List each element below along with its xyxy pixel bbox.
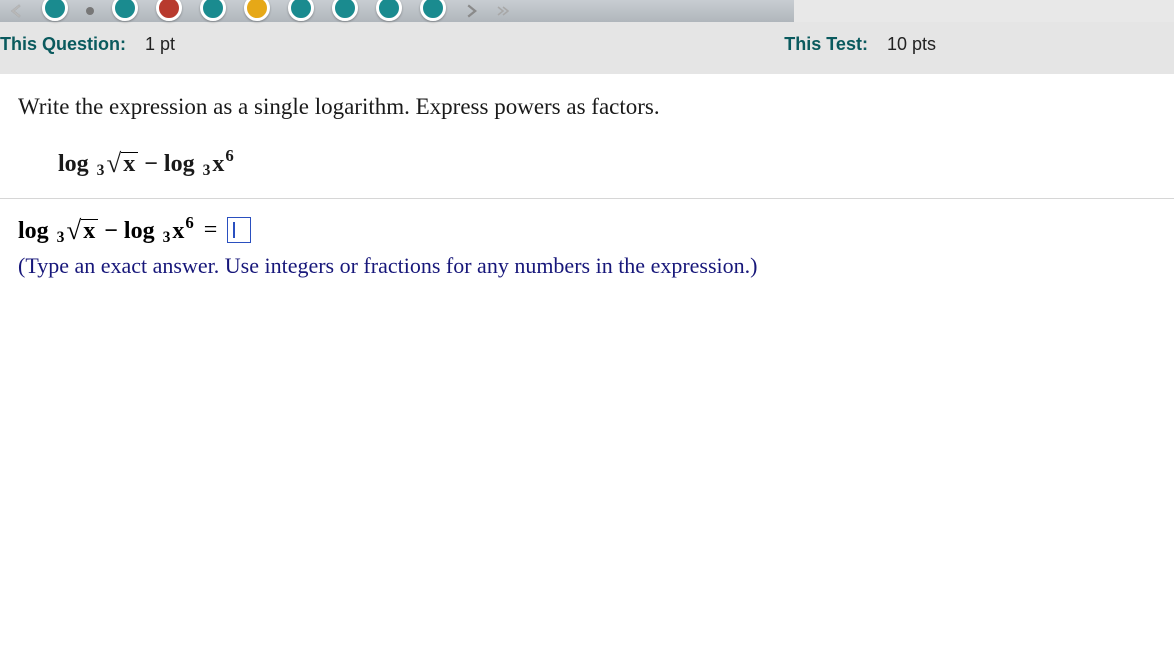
log-fn-2: log (164, 151, 195, 177)
nav-dot-6[interactable] (288, 0, 314, 21)
this-test-label: This Test: (784, 34, 868, 54)
power-base: x (212, 151, 224, 177)
ans-minus-op: − (104, 218, 124, 244)
nav-dot-8[interactable] (376, 0, 402, 21)
ans-power-exp: 6 (184, 213, 193, 232)
answer-block: log 3√x − log 3x6 = (Type an exact answe… (0, 199, 1174, 279)
log-base-1: 3 (95, 162, 107, 179)
next-arrow-icon[interactable] (464, 4, 478, 18)
nav-dot-4[interactable] (200, 0, 226, 21)
sqrt-term: √x (106, 147, 138, 178)
prev-arrow-icon[interactable] (10, 4, 24, 18)
progress-nav-strip (0, 0, 1174, 22)
nav-dot-2[interactable] (112, 0, 138, 21)
nav-blank-area (794, 0, 1174, 22)
equals-sign: = (204, 217, 218, 244)
this-question-label: This Question: (0, 34, 126, 54)
minus-op: − (144, 151, 164, 177)
text-caret-icon (233, 222, 235, 238)
nav-dot-sep (86, 7, 94, 15)
problem-content: Write the expression as a single logarit… (0, 74, 1174, 198)
ans-log-base-1: 3 (55, 229, 67, 246)
ans-power-base: x (172, 218, 184, 244)
ans-log-base-2: 3 (161, 229, 173, 246)
ans-sqrt-term: √x (66, 214, 98, 245)
ans-log-fn-2: log (124, 218, 155, 244)
next-fast-arrow-icon[interactable] (496, 4, 510, 18)
answer-expression-line: log 3√x − log 3x6 = (18, 213, 1156, 247)
ans-radical-icon: √ (66, 215, 81, 245)
nav-dot-3[interactable] (156, 0, 182, 21)
problem-prompt: Write the expression as a single logarit… (18, 94, 1156, 120)
nav-dot-7[interactable] (332, 0, 358, 21)
answer-hint: (Type an exact answer. Use integers or f… (18, 253, 1156, 279)
ans-radicand: x (81, 219, 98, 243)
radicand: x (121, 152, 138, 176)
this-question-value: 1 pt (145, 34, 175, 54)
answer-input[interactable] (227, 217, 251, 243)
log-fn-1: log (58, 151, 89, 177)
log-base-2: 3 (201, 162, 213, 179)
ans-log-fn-1: log (18, 218, 49, 244)
radical-icon: √ (106, 148, 121, 178)
power-exp: 6 (224, 146, 233, 165)
this-test-value: 10 pts (887, 34, 936, 54)
nav-dot-1[interactable] (42, 0, 68, 21)
nav-dot-9[interactable] (420, 0, 446, 21)
nav-dot-5-current[interactable] (244, 0, 270, 21)
question-info-bar: This Question: 1 pt This Test: 10 pts (0, 22, 1174, 74)
given-expression: log 3√x − log 3x6 (18, 146, 1156, 198)
